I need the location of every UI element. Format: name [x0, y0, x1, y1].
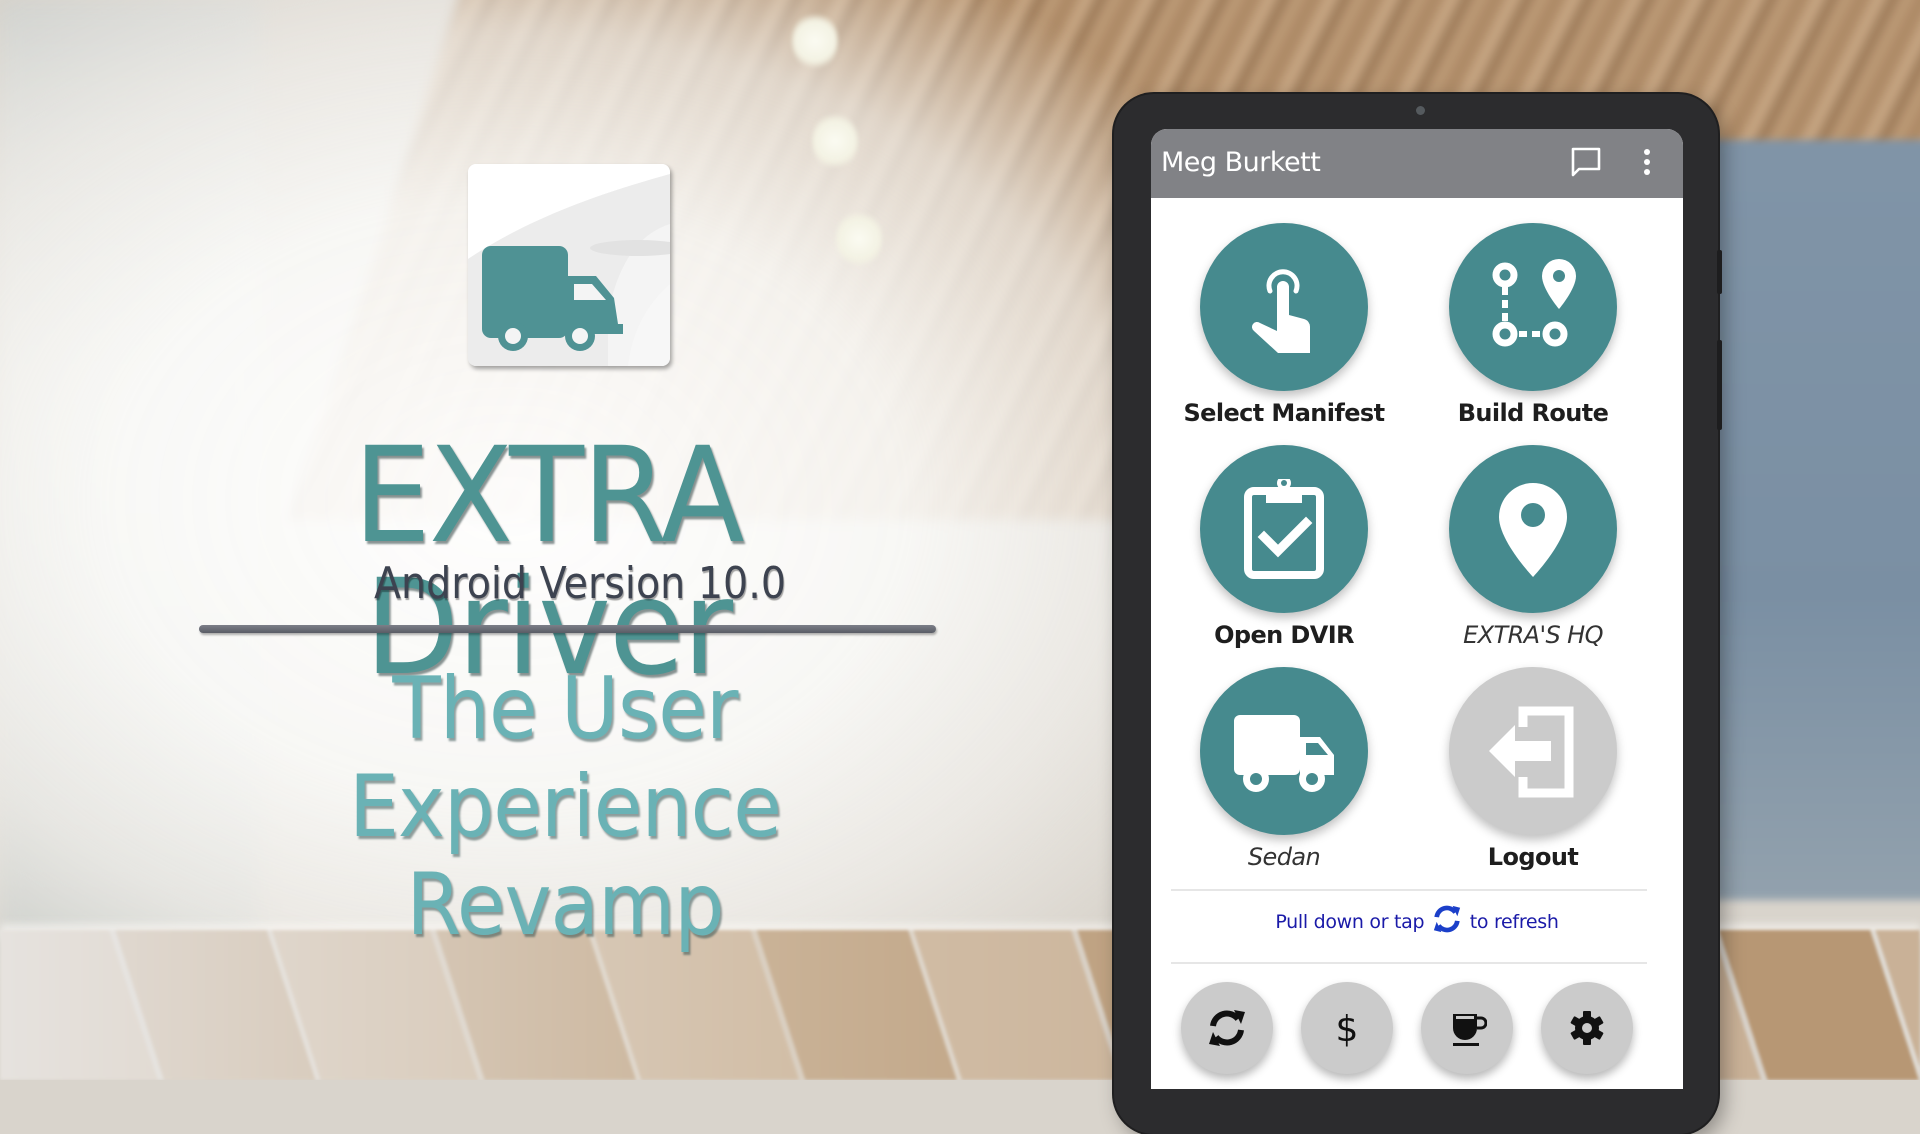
open-dvir-circle	[1200, 445, 1368, 613]
logout-icon	[1489, 706, 1574, 798]
build-route-button[interactable]: Build Route	[1423, 223, 1643, 433]
extras-hq-circle	[1449, 445, 1617, 613]
promo-subtitle: The User Experience Revamp	[183, 660, 947, 954]
more-options-button[interactable]	[1637, 145, 1657, 179]
blue-wall	[1700, 140, 1920, 900]
refresh-icon	[1433, 905, 1461, 933]
tile-label: Build Route	[1457, 399, 1609, 427]
refresh-button[interactable]	[1181, 982, 1273, 1074]
delivery-truck-icon	[468, 164, 670, 366]
promo-subtitle-line1: The User	[392, 659, 738, 759]
coffee-cup-icon	[1453, 1014, 1487, 1046]
refresh-hint-after: to refresh	[1469, 911, 1559, 933]
chat-bubble-icon	[1571, 147, 1601, 177]
divider	[1171, 962, 1647, 964]
clipboard-check-icon	[1244, 479, 1324, 579]
tile-label: Logout	[1487, 843, 1579, 871]
truck-icon	[1234, 715, 1334, 792]
app-logo	[468, 164, 670, 366]
build-route-circle	[1449, 223, 1617, 391]
front-camera	[1416, 106, 1425, 115]
extras-hq-button[interactable]: EXTRA'S HQ	[1423, 445, 1643, 655]
expenses-button[interactable]: $	[1301, 982, 1393, 1074]
tile-label: Sedan	[1247, 843, 1321, 871]
route-icon	[1492, 259, 1576, 347]
refresh-icon	[1209, 1010, 1245, 1046]
svg-text:$: $	[1336, 1009, 1359, 1048]
promo-divider	[199, 625, 936, 633]
select-manifest-circle	[1200, 223, 1368, 391]
refresh-hint[interactable]: Pull down or tap to refresh	[1151, 904, 1683, 934]
tile-label: Open DVIR	[1214, 621, 1354, 649]
touch-tap-icon	[1252, 269, 1311, 353]
logout-button[interactable]: Logout	[1423, 667, 1643, 877]
volume-button	[1717, 250, 1722, 294]
tile-label: EXTRA'S HQ	[1463, 621, 1603, 649]
promo-version: Android Version 10.0	[373, 558, 787, 609]
promo-subtitle-line2: Experience Revamp	[348, 757, 782, 955]
power-button	[1717, 340, 1722, 430]
tile-label: Select Manifest	[1183, 399, 1386, 427]
app-bar: Meg Burkett	[1151, 129, 1683, 198]
gear-icon	[1570, 1011, 1604, 1045]
vehicle-sedan-button[interactable]: Sedan	[1174, 667, 1394, 877]
logout-circle	[1449, 667, 1617, 835]
vehicle-circle	[1200, 667, 1368, 835]
more-vert-icon	[1644, 149, 1650, 175]
ceiling-light	[836, 210, 882, 268]
dollar-icon: $	[1336, 1009, 1359, 1048]
refresh-hint-before: Pull down or tap	[1275, 911, 1425, 933]
map-pin-icon	[1499, 483, 1567, 577]
break-button[interactable]	[1421, 982, 1513, 1074]
messages-button[interactable]	[1569, 145, 1603, 179]
user-name: Meg Burkett	[1161, 147, 1321, 178]
open-dvir-button[interactable]: Open DVIR	[1174, 445, 1394, 655]
divider	[1171, 889, 1647, 891]
app-screen: Meg Burkett Select Manifest Build Route …	[1151, 129, 1683, 1089]
settings-button[interactable]	[1541, 982, 1633, 1074]
ceiling-light	[792, 12, 838, 70]
select-manifest-button[interactable]: Select Manifest	[1174, 223, 1394, 433]
ceiling-light	[812, 112, 858, 170]
